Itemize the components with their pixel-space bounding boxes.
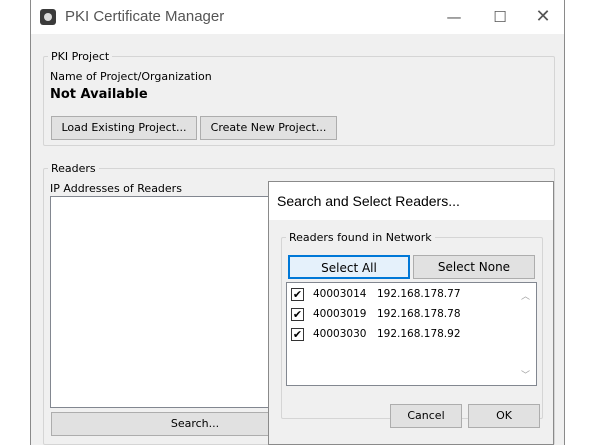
pki-project-legend: PKI Project bbox=[51, 50, 110, 63]
minimize-icon[interactable]: — bbox=[431, 0, 477, 34]
readers-found-legend: Readers found in Network bbox=[289, 231, 432, 244]
dialog-title: Search and Select Readers... bbox=[277, 193, 460, 209]
reader-ip: 192.168.178.92 bbox=[377, 328, 461, 340]
search-readers-dialog: Search and Select Readers... Readers fou… bbox=[268, 181, 554, 445]
reader-ip: 192.168.178.77 bbox=[377, 288, 461, 300]
reader-id: 40003030 bbox=[313, 328, 367, 340]
scroll-up-icon[interactable]: ︿ bbox=[521, 289, 530, 302]
scroll-down-icon[interactable]: ﹀ bbox=[521, 368, 530, 381]
reader-ip: 192.168.178.78 bbox=[377, 308, 461, 320]
select-all-button[interactable]: Select All bbox=[288, 255, 410, 279]
select-none-button[interactable]: Select None bbox=[413, 255, 535, 279]
dialog-title-bar[interactable]: Search and Select Readers... bbox=[269, 182, 553, 220]
title-bar[interactable]: PKI Certificate Manager — ☐ ✕ bbox=[31, 0, 564, 34]
maximize-icon[interactable]: ☐ bbox=[477, 0, 523, 34]
reader-row[interactable]: ✔ 40003014 192.168.178.77 bbox=[291, 286, 511, 303]
reader-id: 40003014 bbox=[313, 288, 367, 300]
app-icon bbox=[40, 9, 56, 25]
project-name-label: Name of Project/Organization bbox=[50, 70, 212, 83]
ok-button[interactable]: OK bbox=[468, 404, 540, 428]
reader-row[interactable]: ✔ 40003030 192.168.178.92 bbox=[291, 326, 511, 343]
reader-id: 40003019 bbox=[313, 308, 367, 320]
load-project-button[interactable]: Load Existing Project... bbox=[51, 116, 197, 140]
ip-addresses-label: IP Addresses of Readers bbox=[50, 182, 182, 195]
window-title: PKI Certificate Manager bbox=[65, 8, 225, 25]
close-icon[interactable]: ✕ bbox=[520, 0, 566, 34]
reader-row[interactable]: ✔ 40003019 192.168.178.78 bbox=[291, 306, 511, 323]
reader-list[interactable]: ✔ 40003014 192.168.178.77 ✔ 40003019 192… bbox=[286, 282, 537, 386]
reader-checkbox[interactable]: ✔ bbox=[291, 308, 304, 321]
create-project-button[interactable]: Create New Project... bbox=[200, 116, 337, 140]
cancel-button[interactable]: Cancel bbox=[390, 404, 462, 428]
readers-legend: Readers bbox=[51, 162, 96, 175]
reader-checkbox[interactable]: ✔ bbox=[291, 288, 304, 301]
project-name-value: Not Available bbox=[50, 87, 148, 102]
reader-checkbox[interactable]: ✔ bbox=[291, 328, 304, 341]
